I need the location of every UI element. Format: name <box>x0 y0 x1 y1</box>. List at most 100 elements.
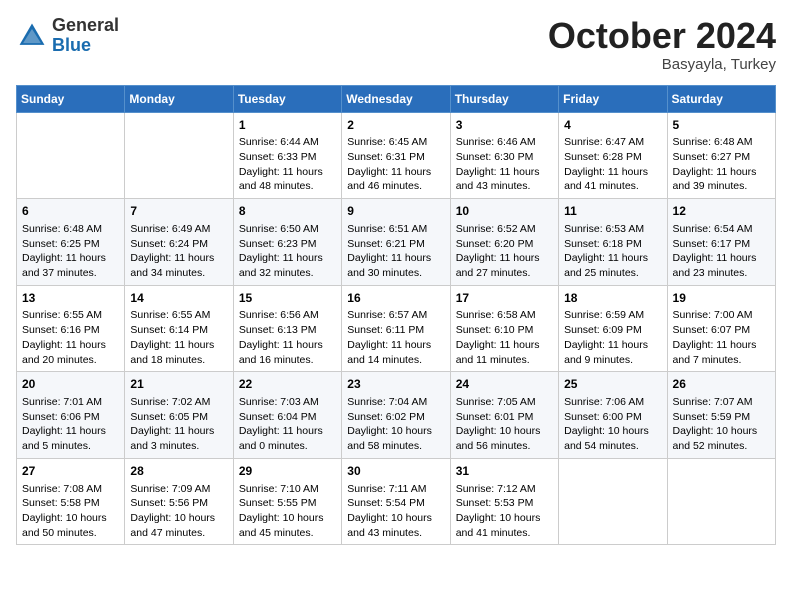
calendar-cell: 10Sunrise: 6:52 AMSunset: 6:20 PMDayligh… <box>450 199 558 286</box>
day-number: 19 <box>673 290 770 307</box>
daylight-text: Daylight: 11 hours and 39 minutes. <box>673 165 770 194</box>
col-header-friday: Friday <box>559 85 667 112</box>
logo: General Blue <box>16 16 119 56</box>
calendar-cell: 8Sunrise: 6:50 AMSunset: 6:23 PMDaylight… <box>233 199 341 286</box>
day-number: 9 <box>347 203 444 220</box>
calendar-cell: 31Sunrise: 7:12 AMSunset: 5:53 PMDayligh… <box>450 458 558 545</box>
sunrise-text: Sunrise: 6:52 AM <box>456 222 553 237</box>
daylight-text: Daylight: 11 hours and 41 minutes. <box>564 165 661 194</box>
sunset-text: Sunset: 6:09 PM <box>564 323 661 338</box>
daylight-text: Daylight: 11 hours and 32 minutes. <box>239 251 336 280</box>
sunrise-text: Sunrise: 7:12 AM <box>456 482 553 497</box>
day-number: 3 <box>456 117 553 134</box>
calendar-header-row: SundayMondayTuesdayWednesdayThursdayFrid… <box>17 85 776 112</box>
daylight-text: Daylight: 10 hours and 52 minutes. <box>673 424 770 453</box>
col-header-sunday: Sunday <box>17 85 125 112</box>
calendar-cell <box>559 458 667 545</box>
sunrise-text: Sunrise: 7:10 AM <box>239 482 336 497</box>
day-number: 21 <box>130 376 227 393</box>
sunset-text: Sunset: 5:55 PM <box>239 496 336 511</box>
daylight-text: Daylight: 10 hours and 47 minutes. <box>130 511 227 540</box>
sunset-text: Sunset: 6:07 PM <box>673 323 770 338</box>
calendar-cell: 22Sunrise: 7:03 AMSunset: 6:04 PMDayligh… <box>233 372 341 459</box>
calendar-table: SundayMondayTuesdayWednesdayThursdayFrid… <box>16 85 776 546</box>
col-header-tuesday: Tuesday <box>233 85 341 112</box>
sunset-text: Sunset: 6:23 PM <box>239 237 336 252</box>
sunrise-text: Sunrise: 7:06 AM <box>564 395 661 410</box>
calendar-cell <box>125 112 233 199</box>
daylight-text: Daylight: 11 hours and 23 minutes. <box>673 251 770 280</box>
sunrise-text: Sunrise: 6:51 AM <box>347 222 444 237</box>
daylight-text: Daylight: 11 hours and 11 minutes. <box>456 338 553 367</box>
calendar-cell: 11Sunrise: 6:53 AMSunset: 6:18 PMDayligh… <box>559 199 667 286</box>
day-number: 31 <box>456 463 553 480</box>
sunrise-text: Sunrise: 7:02 AM <box>130 395 227 410</box>
sunrise-text: Sunrise: 6:54 AM <box>673 222 770 237</box>
calendar-cell: 18Sunrise: 6:59 AMSunset: 6:09 PMDayligh… <box>559 285 667 372</box>
daylight-text: Daylight: 11 hours and 37 minutes. <box>22 251 119 280</box>
daylight-text: Daylight: 11 hours and 18 minutes. <box>130 338 227 367</box>
day-number: 4 <box>564 117 661 134</box>
daylight-text: Daylight: 11 hours and 20 minutes. <box>22 338 119 367</box>
sunset-text: Sunset: 6:00 PM <box>564 410 661 425</box>
day-number: 17 <box>456 290 553 307</box>
daylight-text: Daylight: 11 hours and 30 minutes. <box>347 251 444 280</box>
sunset-text: Sunset: 6:33 PM <box>239 150 336 165</box>
calendar-cell: 3Sunrise: 6:46 AMSunset: 6:30 PMDaylight… <box>450 112 558 199</box>
calendar-cell: 25Sunrise: 7:06 AMSunset: 6:00 PMDayligh… <box>559 372 667 459</box>
sunset-text: Sunset: 6:24 PM <box>130 237 227 252</box>
calendar-week-4: 20Sunrise: 7:01 AMSunset: 6:06 PMDayligh… <box>17 372 776 459</box>
daylight-text: Daylight: 11 hours and 46 minutes. <box>347 165 444 194</box>
page-header: General Blue October 2024 Basyayla, Turk… <box>16 16 776 73</box>
calendar-cell: 27Sunrise: 7:08 AMSunset: 5:58 PMDayligh… <box>17 458 125 545</box>
day-number: 16 <box>347 290 444 307</box>
sunset-text: Sunset: 5:56 PM <box>130 496 227 511</box>
day-number: 27 <box>22 463 119 480</box>
calendar-cell: 16Sunrise: 6:57 AMSunset: 6:11 PMDayligh… <box>342 285 450 372</box>
calendar-cell: 29Sunrise: 7:10 AMSunset: 5:55 PMDayligh… <box>233 458 341 545</box>
sunrise-text: Sunrise: 6:53 AM <box>564 222 661 237</box>
day-number: 30 <box>347 463 444 480</box>
sunrise-text: Sunrise: 7:09 AM <box>130 482 227 497</box>
day-number: 29 <box>239 463 336 480</box>
daylight-text: Daylight: 10 hours and 58 minutes. <box>347 424 444 453</box>
logo-blue-text: Blue <box>52 36 119 56</box>
daylight-text: Daylight: 11 hours and 3 minutes. <box>130 424 227 453</box>
sunrise-text: Sunrise: 6:56 AM <box>239 308 336 323</box>
calendar-cell: 15Sunrise: 6:56 AMSunset: 6:13 PMDayligh… <box>233 285 341 372</box>
sunrise-text: Sunrise: 7:08 AM <box>22 482 119 497</box>
calendar-cell: 19Sunrise: 7:00 AMSunset: 6:07 PMDayligh… <box>667 285 775 372</box>
sunrise-text: Sunrise: 7:11 AM <box>347 482 444 497</box>
location-subtitle: Basyayla, Turkey <box>548 56 776 73</box>
day-number: 6 <box>22 203 119 220</box>
sunset-text: Sunset: 6:01 PM <box>456 410 553 425</box>
sunset-text: Sunset: 5:59 PM <box>673 410 770 425</box>
daylight-text: Daylight: 11 hours and 48 minutes. <box>239 165 336 194</box>
sunset-text: Sunset: 5:58 PM <box>22 496 119 511</box>
sunset-text: Sunset: 6:17 PM <box>673 237 770 252</box>
sunrise-text: Sunrise: 7:00 AM <box>673 308 770 323</box>
day-number: 2 <box>347 117 444 134</box>
calendar-cell: 26Sunrise: 7:07 AMSunset: 5:59 PMDayligh… <box>667 372 775 459</box>
day-number: 25 <box>564 376 661 393</box>
calendar-week-2: 6Sunrise: 6:48 AMSunset: 6:25 PMDaylight… <box>17 199 776 286</box>
sunrise-text: Sunrise: 6:55 AM <box>130 308 227 323</box>
daylight-text: Daylight: 11 hours and 43 minutes. <box>456 165 553 194</box>
sunrise-text: Sunrise: 6:50 AM <box>239 222 336 237</box>
sunrise-text: Sunrise: 6:59 AM <box>564 308 661 323</box>
sunset-text: Sunset: 6:18 PM <box>564 237 661 252</box>
sunset-text: Sunset: 6:16 PM <box>22 323 119 338</box>
daylight-text: Daylight: 10 hours and 43 minutes. <box>347 511 444 540</box>
sunset-text: Sunset: 5:54 PM <box>347 496 444 511</box>
daylight-text: Daylight: 11 hours and 9 minutes. <box>564 338 661 367</box>
logo-general-text: General <box>52 16 119 36</box>
daylight-text: Daylight: 10 hours and 41 minutes. <box>456 511 553 540</box>
sunrise-text: Sunrise: 6:58 AM <box>456 308 553 323</box>
day-number: 26 <box>673 376 770 393</box>
day-number: 12 <box>673 203 770 220</box>
sunrise-text: Sunrise: 6:48 AM <box>673 135 770 150</box>
day-number: 15 <box>239 290 336 307</box>
sunrise-text: Sunrise: 6:48 AM <box>22 222 119 237</box>
calendar-cell: 17Sunrise: 6:58 AMSunset: 6:10 PMDayligh… <box>450 285 558 372</box>
daylight-text: Daylight: 11 hours and 34 minutes. <box>130 251 227 280</box>
